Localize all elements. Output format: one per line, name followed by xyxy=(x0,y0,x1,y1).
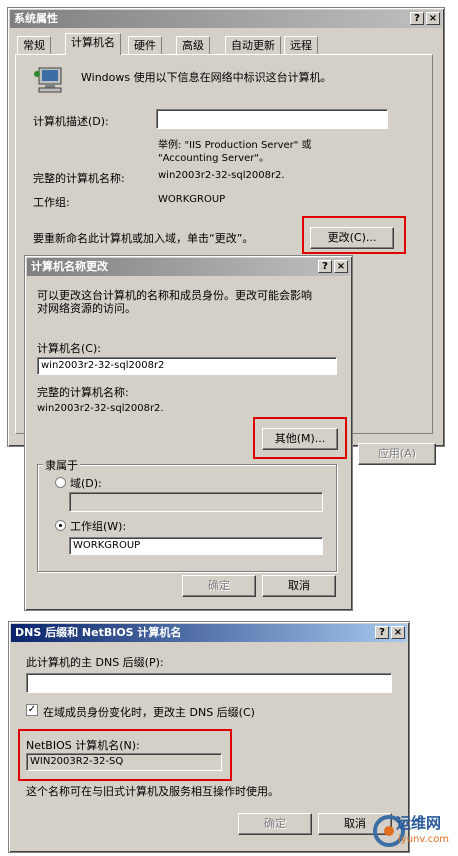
watermark-logo: 运维网 iyunv.com xyxy=(372,808,456,852)
watermark-cn: 运维网 xyxy=(396,814,442,832)
title-bar: 系统属性 ? × xyxy=(10,10,442,28)
full-name-value: win2003r2-32-sql2008r2. xyxy=(158,170,285,181)
window-title: 系统属性 xyxy=(14,12,58,25)
tab-general[interactable]: 常规 xyxy=(17,36,51,54)
tab-advanced[interactable]: 高级 xyxy=(176,36,210,54)
watermark-en: iyunv.com xyxy=(398,834,450,845)
computer-name-label: 计算机名(C): xyxy=(37,342,101,355)
domain-radio[interactable] xyxy=(55,477,66,488)
example-text-2: "Accounting Server"。 xyxy=(158,153,270,164)
member-of-label: 隶属于 xyxy=(43,457,80,473)
netbios-note: 这个名称可在与旧式计算机及服务相互操作时使用。 xyxy=(26,785,279,798)
change-dns-checkbox[interactable]: ✓ xyxy=(26,704,38,716)
computer-name-input[interactable]: win2003r2-32-sql2008r2 xyxy=(37,357,337,375)
workgroup-radio[interactable] xyxy=(55,520,66,531)
more-highlight xyxy=(253,417,347,459)
rename-title: 计算机名称更改 xyxy=(31,260,108,273)
full-name-label: 完整的计算机名称: xyxy=(37,386,129,399)
dns-ok-button[interactable]: 确定 xyxy=(238,813,312,835)
primary-dns-input[interactable] xyxy=(26,673,392,693)
close-icon[interactable]: × xyxy=(426,12,440,25)
help-icon[interactable]: ? xyxy=(375,626,389,639)
domain-input[interactable] xyxy=(69,492,323,512)
description-input[interactable] xyxy=(156,109,388,129)
tab-automatic-updates[interactable]: 自动更新 xyxy=(225,36,281,54)
close-icon[interactable]: × xyxy=(334,260,348,273)
workgroup-label: 工作组(W): xyxy=(70,520,127,533)
help-icon[interactable]: ? xyxy=(318,260,332,273)
change-dns-label: 在域成员身份变化时，更改主 DNS 后缀(C) xyxy=(43,706,255,719)
dns-title-bar: DNS 后缀和 NetBIOS 计算机名 ? × xyxy=(11,624,407,642)
computer-icon xyxy=(33,66,67,94)
tab-computer-name[interactable]: 计算机名 xyxy=(65,33,121,55)
close-icon[interactable]: × xyxy=(391,626,405,639)
netbios-highlight xyxy=(18,729,232,781)
full-name-label: 完整的计算机名称: xyxy=(33,172,125,185)
tab-hardware[interactable]: 硬件 xyxy=(128,36,162,54)
domain-label: 域(D): xyxy=(70,477,102,490)
workgroup-label: 工作组: xyxy=(33,196,70,209)
apply-button[interactable]: 应用(A) xyxy=(358,443,436,465)
change-highlight xyxy=(302,216,406,254)
dns-title: DNS 后缀和 NetBIOS 计算机名 xyxy=(15,626,182,639)
primary-dns-label: 此计算机的主 DNS 后缀(P): xyxy=(26,656,164,669)
ok-button[interactable]: 确定 xyxy=(182,575,256,597)
workgroup-value: WORKGROUP xyxy=(158,194,226,205)
info-text: Windows 使用以下信息在网络中标识这台计算机。 xyxy=(81,71,332,84)
description-label: 计算机描述(D): xyxy=(33,115,109,128)
workgroup-input[interactable]: WORKGROUP xyxy=(69,537,323,555)
full-name-value: win2003r2-32-sql2008r2. xyxy=(37,403,164,414)
cancel-button[interactable]: 取消 xyxy=(262,575,336,597)
help-icon[interactable]: ? xyxy=(410,12,424,25)
tab-remote[interactable]: 远程 xyxy=(284,36,318,54)
rename-info-2: 对网络资源的访问。 xyxy=(37,302,136,315)
rename-title-bar: 计算机名称更改 ? × xyxy=(27,258,350,276)
rename-instruction: 要重新命名此计算机或加入域，单击“更改”。 xyxy=(33,232,254,245)
